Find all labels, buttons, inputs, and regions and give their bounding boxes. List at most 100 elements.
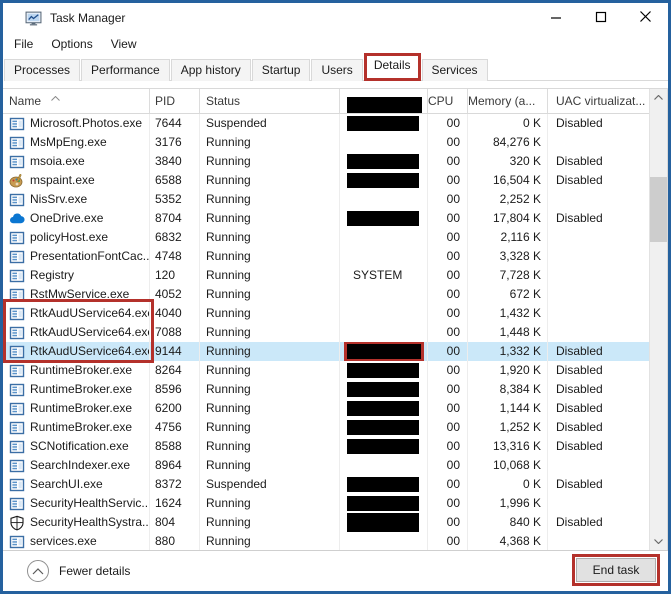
process-name-cell: Microsoft.Photos.exe bbox=[3, 114, 150, 133]
tab-users[interactable]: Users bbox=[311, 59, 363, 81]
memory-cell: 320 K bbox=[468, 152, 548, 171]
minimize-button[interactable] bbox=[533, 3, 578, 33]
tab-startup[interactable]: Startup bbox=[251, 59, 311, 81]
process-status-cell: Running bbox=[200, 456, 340, 475]
table-row[interactable]: Registry 120 Running SYSTEM 00 7,728 K bbox=[3, 266, 667, 285]
tab-services[interactable]: Services bbox=[421, 59, 488, 81]
cpu-cell: 00 bbox=[428, 190, 468, 209]
close-icon bbox=[639, 10, 652, 26]
menu-options[interactable]: Options bbox=[42, 35, 101, 53]
annotation-box-user-cell bbox=[344, 342, 424, 361]
table-row[interactable]: PresentationFontCac... 4748 Running 00 3,328… bbox=[3, 247, 667, 266]
process-name: RuntimeBroker.exe bbox=[30, 401, 133, 415]
process-name-cell: SearchUI.exe bbox=[3, 475, 150, 494]
column-header-user[interactable] bbox=[340, 89, 428, 113]
cpu-cell: 00 bbox=[428, 380, 468, 399]
app-icon bbox=[9, 477, 25, 493]
column-header-label: UAC virtualizat... bbox=[556, 94, 646, 108]
table-row[interactable]: mspaint.exe 6588 Running 00 16,504 K Disabled bbox=[3, 171, 667, 190]
process-name: SCNotification.exe bbox=[30, 439, 129, 453]
column-header-pid[interactable]: PID bbox=[150, 89, 200, 113]
process-status-cell: Running bbox=[200, 361, 340, 380]
paint-icon bbox=[9, 173, 25, 189]
user-name-cell bbox=[340, 513, 428, 532]
process-status-cell: Running bbox=[200, 532, 340, 550]
process-name: SearchIndexer.exe bbox=[30, 458, 131, 472]
column-header-name[interactable]: Name bbox=[3, 89, 150, 113]
cpu-cell: 00 bbox=[428, 513, 468, 532]
scrollbar-thumb[interactable] bbox=[650, 177, 667, 242]
user-name-cell bbox=[340, 399, 428, 418]
table-row[interactable]: RuntimeBroker.exe 8264 Running 00 1,920 K Dis… bbox=[3, 361, 667, 380]
table-row[interactable]: NisSrv.exe 5352 Running 00 2,252 K bbox=[3, 190, 667, 209]
table-row[interactable]: RuntimeBroker.exe 4756 Running 00 1,252 K Dis… bbox=[3, 418, 667, 437]
tab-performance[interactable]: Performance bbox=[81, 59, 170, 81]
process-name: OneDrive.exe bbox=[30, 211, 104, 225]
table-row[interactable]: SearchUI.exe 8372 Suspended 00 0 K Disabled bbox=[3, 475, 667, 494]
process-name: SearchUI.exe bbox=[30, 477, 103, 491]
table-row[interactable]: RtkAudUService64.exe 7088 Running 00 1,448 K bbox=[3, 323, 667, 342]
process-name-cell: SecurityHealthSystra... bbox=[3, 513, 150, 532]
table-row[interactable]: SecurityHealthSystra... 804 Running 00 840 K… bbox=[3, 513, 667, 532]
table-row[interactable]: services.exe 880 Running 00 4,368 K bbox=[3, 532, 667, 550]
table-row[interactable]: Microsoft.Photos.exe 7644 Suspended 00 0 K Di… bbox=[3, 114, 667, 133]
table-row[interactable]: RuntimeBroker.exe 6200 Running 00 1,144 K Dis… bbox=[3, 399, 667, 418]
memory-cell: 840 K bbox=[468, 513, 548, 532]
menu-view[interactable]: View bbox=[102, 35, 146, 53]
table-row[interactable]: SearchIndexer.exe 8964 Running 00 10,068 K bbox=[3, 456, 667, 475]
process-name: RuntimeBroker.exe bbox=[30, 420, 133, 434]
redaction-box bbox=[347, 97, 422, 113]
column-header-mem[interactable]: Memory (a... bbox=[468, 89, 548, 113]
close-button[interactable] bbox=[623, 3, 668, 33]
memory-cell: 0 K bbox=[468, 475, 548, 494]
tab-processes[interactable]: Processes bbox=[4, 59, 81, 81]
redaction-box bbox=[347, 173, 419, 188]
process-pid-cell: 6200 bbox=[150, 399, 200, 418]
redaction-box bbox=[347, 420, 419, 435]
scroll-up-icon[interactable] bbox=[650, 89, 667, 106]
cpu-cell: 00 bbox=[428, 399, 468, 418]
table-row[interactable]: RtkAudUService64.exe 4040 Running 00 1,432 K bbox=[3, 304, 667, 323]
process-name: RtkAudUService64.exe bbox=[30, 344, 150, 358]
table-row[interactable]: RuntimeBroker.exe 8596 Running 00 8,384 K Dis… bbox=[3, 380, 667, 399]
scroll-down-icon[interactable] bbox=[650, 533, 667, 550]
column-header-cpu[interactable]: CPU bbox=[428, 89, 468, 113]
process-name-cell: SCNotification.exe bbox=[3, 437, 150, 456]
memory-cell: 4,368 K bbox=[468, 532, 548, 550]
app-icon bbox=[9, 382, 25, 398]
process-status-cell: Suspended bbox=[200, 114, 340, 133]
maximize-button[interactable] bbox=[578, 3, 623, 33]
cpu-cell: 00 bbox=[428, 228, 468, 247]
vertical-scrollbar[interactable] bbox=[649, 89, 667, 550]
table-body: Microsoft.Photos.exe 7644 Suspended 00 0 K Di… bbox=[3, 114, 667, 550]
table-row[interactable]: RstMwService.exe 4052 Running 00 672 K bbox=[3, 285, 667, 304]
process-status-cell: Suspended bbox=[200, 475, 340, 494]
table-row[interactable]: SCNotification.exe 8588 Running 00 13,316 KD… bbox=[3, 437, 667, 456]
column-header-label: Name bbox=[9, 94, 42, 108]
user-name-cell bbox=[340, 304, 428, 323]
table-row[interactable]: msoia.exe 3840 Running 00 320 K Disabled bbox=[3, 152, 667, 171]
user-name-cell bbox=[340, 247, 428, 266]
process-pid-cell: 3840 bbox=[150, 152, 200, 171]
process-pid-cell: 804 bbox=[150, 513, 200, 532]
tab-app-history[interactable]: App history bbox=[170, 59, 251, 81]
app-icon bbox=[9, 192, 25, 208]
table-row[interactable]: MsMpEng.exe 3176 Running 00 84,276 K bbox=[3, 133, 667, 152]
process-name-cell: RuntimeBroker.exe bbox=[3, 361, 150, 380]
menu-file[interactable]: File bbox=[5, 35, 42, 53]
tab-details[interactable]: Details bbox=[363, 53, 421, 81]
table-row[interactable]: OneDrive.exe 8704 Running 00 17,804 K Disable… bbox=[3, 209, 667, 228]
column-header-status[interactable]: Status bbox=[200, 89, 340, 113]
user-name-cell bbox=[340, 361, 428, 380]
fewer-details-toggle[interactable]: Fewer details bbox=[27, 560, 130, 582]
end-task-button[interactable]: End task bbox=[576, 558, 656, 582]
table-row[interactable]: SecurityHealthServic... 1624 Running 00 1,99… bbox=[3, 494, 667, 513]
fewer-details-label: Fewer details bbox=[59, 564, 131, 578]
table-row[interactable]: policyHost.exe 6832 Running 00 2,116 K bbox=[3, 228, 667, 247]
process-pid-cell: 8704 bbox=[150, 209, 200, 228]
caption-buttons bbox=[533, 3, 668, 33]
redaction-box bbox=[347, 363, 419, 378]
table-row[interactable]: RtkAudUService64.exe 9144 Running 00 1,332 K… bbox=[3, 342, 667, 361]
process-status-cell: Running bbox=[200, 437, 340, 456]
process-pid-cell: 8264 bbox=[150, 361, 200, 380]
